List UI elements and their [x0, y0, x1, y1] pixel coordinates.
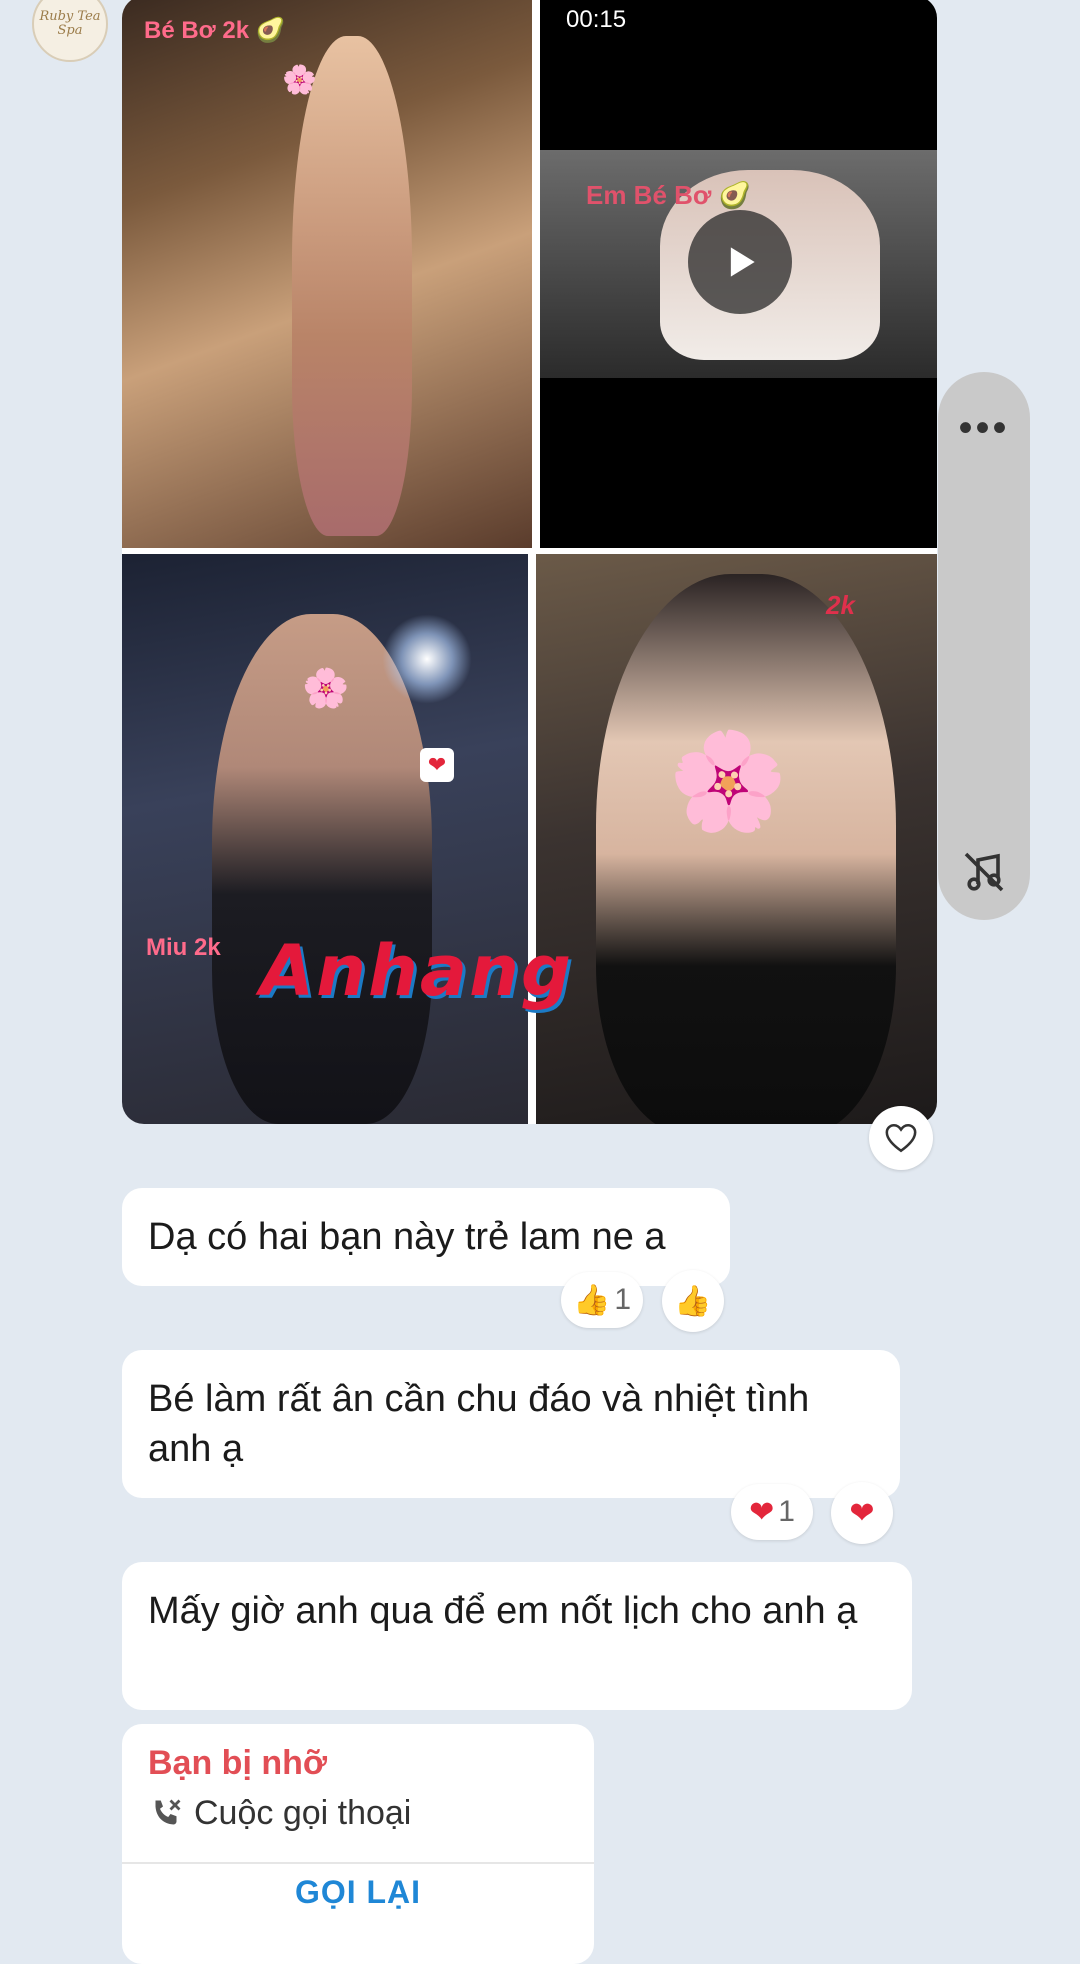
flower-sticker-icon: 🌸 — [282, 64, 317, 95]
call-type: Cuộc gọi thoại — [148, 1794, 411, 1833]
photo-3[interactable]: Miu 2k 🌸 ❤ — [122, 554, 528, 1124]
divider — [122, 1862, 594, 1864]
call-back-button[interactable]: GỌI LẠI — [122, 1874, 594, 1911]
mute-icon[interactable] — [960, 848, 1008, 901]
thumbs-up-icon: 👍 — [572, 1283, 611, 1317]
photo-1[interactable]: Bé Bơ 2k 🥑 🌸 — [122, 0, 532, 548]
flower-sticker-icon: 🌸 — [302, 668, 350, 710]
heart-sticker-icon: ❤ — [420, 748, 454, 782]
video-duration: 00:15 — [566, 6, 627, 33]
call-type-label: Cuộc gọi thoại — [194, 1794, 412, 1832]
video-1[interactable]: Em Bé Bơ 🥑 00:15 — [540, 0, 937, 548]
message-text: Mấy giờ anh qua để em nốt lịch cho anh ạ — [148, 1590, 858, 1632]
missed-call-icon — [155, 1799, 181, 1824]
react-heart-button[interactable] — [869, 1106, 933, 1170]
thumbs-up-icon: 👍 — [674, 1284, 712, 1318]
message-bubble[interactable]: Bé làm rất ân cần chu đáo và nhiệt tình … — [122, 1350, 900, 1498]
missed-call-card: Bạn bị nhỡ Cuộc gọi thoại GỌI LẠI — [122, 1724, 594, 1964]
heart-icon: ❤ — [749, 1495, 775, 1529]
photo-3-tag: Miu 2k — [146, 934, 221, 961]
message-text: Dạ có hai bạn này trẻ lam ne a — [148, 1216, 666, 1258]
photo-1-tag: Bé Bơ 2k 🥑 — [144, 17, 286, 44]
flower-sticker-icon: 🌸 — [668, 728, 788, 835]
add-reaction-button[interactable]: ❤ — [831, 1482, 893, 1544]
play-button[interactable] — [688, 210, 792, 314]
media-side-panel: ••• — [938, 372, 1030, 920]
avatar-text: Ruby Tea Spa — [39, 8, 101, 38]
message-bubble[interactable]: Mấy giờ anh qua để em nốt lịch cho anh ạ — [122, 1562, 912, 1710]
message-text: Bé làm rất ân cần chu đáo và nhiệt tình … — [148, 1378, 810, 1470]
video-tag: Em Bé Bơ 🥑 — [586, 180, 752, 210]
watermark-text: Anhang — [260, 930, 574, 1012]
play-icon — [730, 247, 755, 277]
missed-call-title: Bạn bị nhỡ — [148, 1744, 328, 1782]
heart-icon: ❤ — [849, 1496, 875, 1530]
heart-outline-icon — [885, 1123, 917, 1153]
reaction-count: 1 — [614, 1283, 632, 1316]
flash-glare — [382, 614, 472, 704]
photo-4-tag: 2k — [826, 590, 855, 620]
reaction-summary[interactable]: ❤ 1 — [731, 1484, 813, 1540]
more-dots-icon[interactable]: ••• — [938, 408, 1030, 448]
add-reaction-button[interactable]: 👍 — [662, 1270, 724, 1332]
reaction-count: 1 — [778, 1495, 795, 1528]
reaction-summary[interactable]: 👍 1 — [561, 1272, 643, 1328]
photo-4[interactable]: 2k 🌸 — [536, 554, 937, 1124]
sender-avatar[interactable]: Ruby Tea Spa — [32, 0, 108, 62]
message-bubble[interactable]: Dạ có hai bạn này trẻ lam ne a — [122, 1188, 730, 1286]
